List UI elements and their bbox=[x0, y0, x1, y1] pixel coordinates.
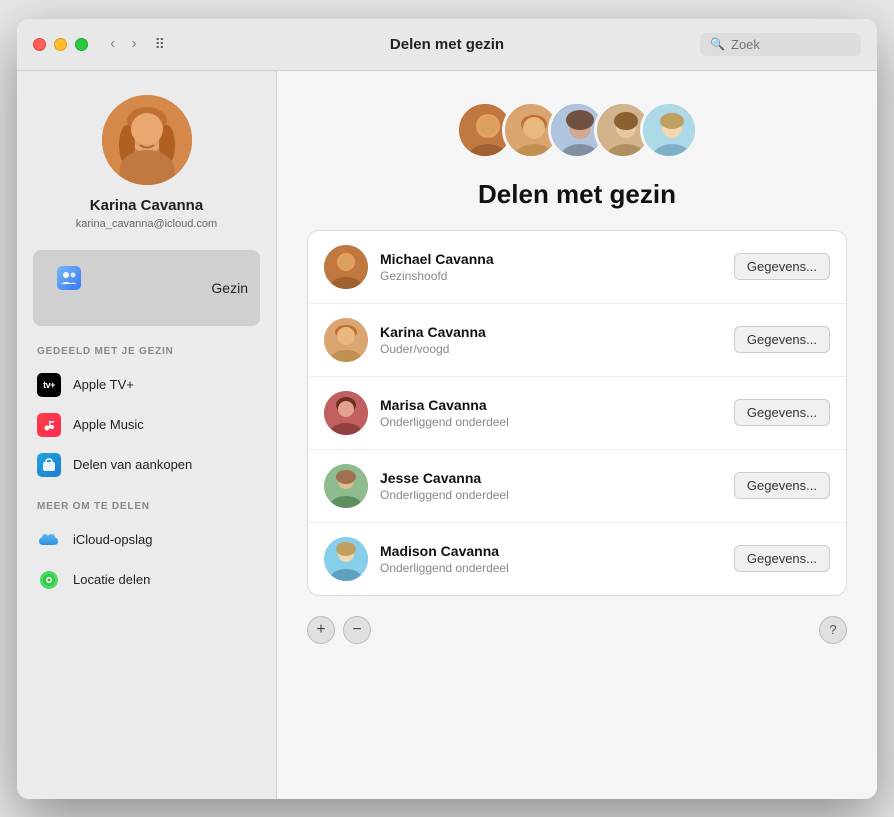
member-row: Karina Cavanna Ouder/voogd Gegevens... bbox=[308, 304, 846, 377]
music-icon bbox=[37, 413, 61, 437]
member-name: Jesse Cavanna bbox=[380, 470, 722, 486]
content-area: Karina Cavanna karina_cavanna@icloud.com bbox=[17, 71, 877, 799]
member-role: Gezinshoofd bbox=[380, 269, 722, 283]
family-avatars bbox=[456, 101, 698, 159]
icloud-label: iCloud-opslag bbox=[73, 532, 153, 547]
member-name: Michael Cavanna bbox=[380, 251, 722, 267]
forward-button[interactable]: › bbox=[125, 33, 142, 55]
family-avatar-5 bbox=[640, 101, 698, 159]
music-label: Apple Music bbox=[73, 417, 144, 432]
member-row: Michael Cavanna Gezinshoofd Gegevens... bbox=[308, 231, 846, 304]
gegevens-button-jesse[interactable]: Gegevens... bbox=[734, 472, 830, 499]
member-row: Madison Cavanna Onderliggend onderdeel G… bbox=[308, 523, 846, 595]
members-list: Michael Cavanna Gezinshoofd Gegevens... bbox=[307, 230, 847, 596]
help-button[interactable]: ? bbox=[819, 616, 847, 644]
shared-section-header: GEDEELD MET JE GEZIN bbox=[33, 346, 260, 357]
member-role: Onderliggend onderdeel bbox=[380, 415, 722, 429]
user-name: Karina Cavanna bbox=[90, 197, 203, 214]
grid-icon[interactable]: ⠿ bbox=[155, 36, 165, 53]
location-icon bbox=[37, 568, 61, 592]
search-input[interactable] bbox=[731, 37, 851, 52]
search-box: 🔍 bbox=[700, 33, 861, 56]
sidebar-item-purchases[interactable]: Delen van aankopen bbox=[33, 445, 260, 485]
gegevens-button-marisa[interactable]: Gegevens... bbox=[734, 399, 830, 426]
traffic-lights bbox=[33, 38, 88, 51]
location-label: Locatie delen bbox=[73, 572, 150, 587]
sidebar: Karina Cavanna karina_cavanna@icloud.com bbox=[17, 71, 277, 799]
member-avatar-jesse bbox=[324, 464, 368, 508]
member-avatar-michael bbox=[324, 245, 368, 289]
sidebar-item-apple-tv[interactable]: tv+ Apple TV+ bbox=[33, 365, 260, 405]
titlebar: ‹ › ⠿ Delen met gezin 🔍 bbox=[17, 19, 877, 71]
gegevens-button-karina[interactable]: Gegevens... bbox=[734, 326, 830, 353]
add-member-button[interactable]: + bbox=[307, 616, 335, 644]
user-email: karina_cavanna@icloud.com bbox=[76, 218, 217, 230]
window-title: Delen met gezin bbox=[390, 36, 504, 53]
search-icon: 🔍 bbox=[710, 37, 725, 51]
member-role: Onderliggend onderdeel bbox=[380, 488, 722, 502]
member-info-michael: Michael Cavanna Gezinshoofd bbox=[380, 251, 722, 283]
bottom-buttons: + − bbox=[307, 616, 371, 644]
member-info-marisa: Marisa Cavanna Onderliggend onderdeel bbox=[380, 397, 722, 429]
sidebar-item-gezin[interactable]: Gezin bbox=[33, 250, 260, 326]
member-name: Karina Cavanna bbox=[380, 324, 722, 340]
family-icon bbox=[45, 258, 201, 298]
member-row: Jesse Cavanna Onderliggend onderdeel Geg… bbox=[308, 450, 846, 523]
purchases-label: Delen van aankopen bbox=[73, 457, 192, 472]
member-row: Marisa Cavanna Onderliggend onderdeel Ge… bbox=[308, 377, 846, 450]
sidebar-item-location[interactable]: Locatie delen bbox=[33, 560, 260, 600]
user-avatar bbox=[102, 95, 192, 185]
page-title: Delen met gezin bbox=[478, 179, 676, 210]
member-info-jesse: Jesse Cavanna Onderliggend onderdeel bbox=[380, 470, 722, 502]
more-section-header: MEER OM TE DELEN bbox=[33, 501, 260, 512]
appletv-icon: tv+ bbox=[37, 373, 61, 397]
member-avatar-marisa bbox=[324, 391, 368, 435]
member-avatar-karina bbox=[324, 318, 368, 362]
member-name: Marisa Cavanna bbox=[380, 397, 722, 413]
member-info-madison: Madison Cavanna Onderliggend onderdeel bbox=[380, 543, 722, 575]
appletv-label: Apple TV+ bbox=[73, 377, 134, 392]
icloud-icon bbox=[37, 528, 61, 552]
gezin-label: Gezin bbox=[211, 280, 248, 296]
remove-member-button[interactable]: − bbox=[343, 616, 371, 644]
member-avatar-madison bbox=[324, 537, 368, 581]
member-role: Ouder/voogd bbox=[380, 342, 722, 356]
member-role: Onderliggend onderdeel bbox=[380, 561, 722, 575]
member-info-karina: Karina Cavanna Ouder/voogd bbox=[380, 324, 722, 356]
main-window: ‹ › ⠿ Delen met gezin 🔍 bbox=[17, 19, 877, 799]
sidebar-item-apple-music[interactable]: Apple Music bbox=[33, 405, 260, 445]
main-footer: + − ? bbox=[307, 616, 847, 644]
nav-buttons: ‹ › bbox=[104, 33, 143, 55]
main-content: Delen met gezin Michael Cavanna bbox=[277, 71, 877, 799]
gegevens-button-michael[interactable]: Gegevens... bbox=[734, 253, 830, 280]
back-button[interactable]: ‹ bbox=[104, 33, 121, 55]
gegevens-button-madison[interactable]: Gegevens... bbox=[734, 545, 830, 572]
member-name: Madison Cavanna bbox=[380, 543, 722, 559]
close-button[interactable] bbox=[33, 38, 46, 51]
purchases-icon bbox=[37, 453, 61, 477]
sidebar-item-icloud[interactable]: iCloud-opslag bbox=[33, 520, 260, 560]
minimize-button[interactable] bbox=[54, 38, 67, 51]
maximize-button[interactable] bbox=[75, 38, 88, 51]
